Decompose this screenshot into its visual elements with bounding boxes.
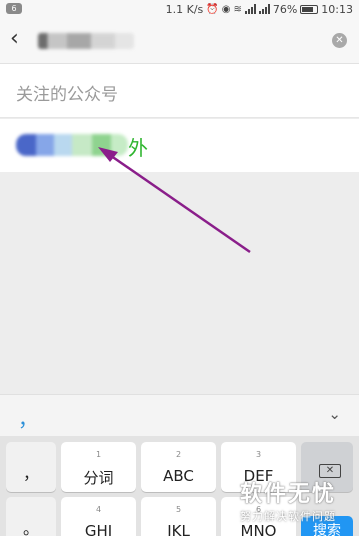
signal-icon <box>244 4 256 14</box>
key-4-ghi[interactable]: 4 GHI <box>61 497 136 536</box>
section-header: 关注的公众号 <box>0 64 359 118</box>
key-1-fenci[interactable]: 1 分词 <box>61 442 136 492</box>
watermark-subtitle: 努力解决软件问题 <box>240 510 336 523</box>
search-input[interactable] <box>38 29 308 53</box>
status-icons: 1.1 K/s ⏰ ◉ ≋ 76% 10:13 <box>166 2 353 16</box>
clear-icon[interactable]: ✕ <box>332 33 347 48</box>
chevron-down-icon[interactable]: ⌄ <box>328 405 341 423</box>
candidate-comma[interactable]: ， <box>18 403 38 432</box>
battery-icon <box>300 4 319 14</box>
keyboard-candidate-bar: ， ⌄ <box>0 394 359 436</box>
blurred-account-name <box>16 134 128 156</box>
search-result-item[interactable]: 外 <box>0 119 359 172</box>
alarm-icon: ⏰ <box>206 3 219 15</box>
key-period[interactable]: 。 <box>6 497 56 536</box>
watermark-logo: 软件无忧 努力解决软件问题 <box>232 474 344 530</box>
watermark-title: 软件无忧 <box>240 482 337 507</box>
result-name-suffix: 外 <box>128 136 148 160</box>
search-bar: ‹ ✕ <box>0 18 359 64</box>
key-comma[interactable]: ， <box>6 442 56 492</box>
wifi-icon: ≋ <box>233 3 242 15</box>
net-speed: 1.1 K/s <box>165 2 204 16</box>
back-arrow-icon[interactable]: ‹ <box>10 28 30 52</box>
clock: 10:13 <box>321 2 353 16</box>
key-5-jkl[interactable]: 5 JKL <box>141 497 216 536</box>
status-bar: 6 1.1 K/s ⏰ ◉ ≋ 76% 10:13 <box>0 0 359 18</box>
battery-percent: 76% <box>272 2 298 16</box>
blurred-query-text <box>38 33 134 49</box>
notification-count-badge: 6 <box>6 3 22 14</box>
eye-icon: ◉ <box>221 3 231 15</box>
key-2-abc[interactable]: 2 ABC <box>141 442 216 492</box>
signal-2-icon <box>258 4 270 14</box>
section-title: 关注的公众号 <box>16 85 118 105</box>
